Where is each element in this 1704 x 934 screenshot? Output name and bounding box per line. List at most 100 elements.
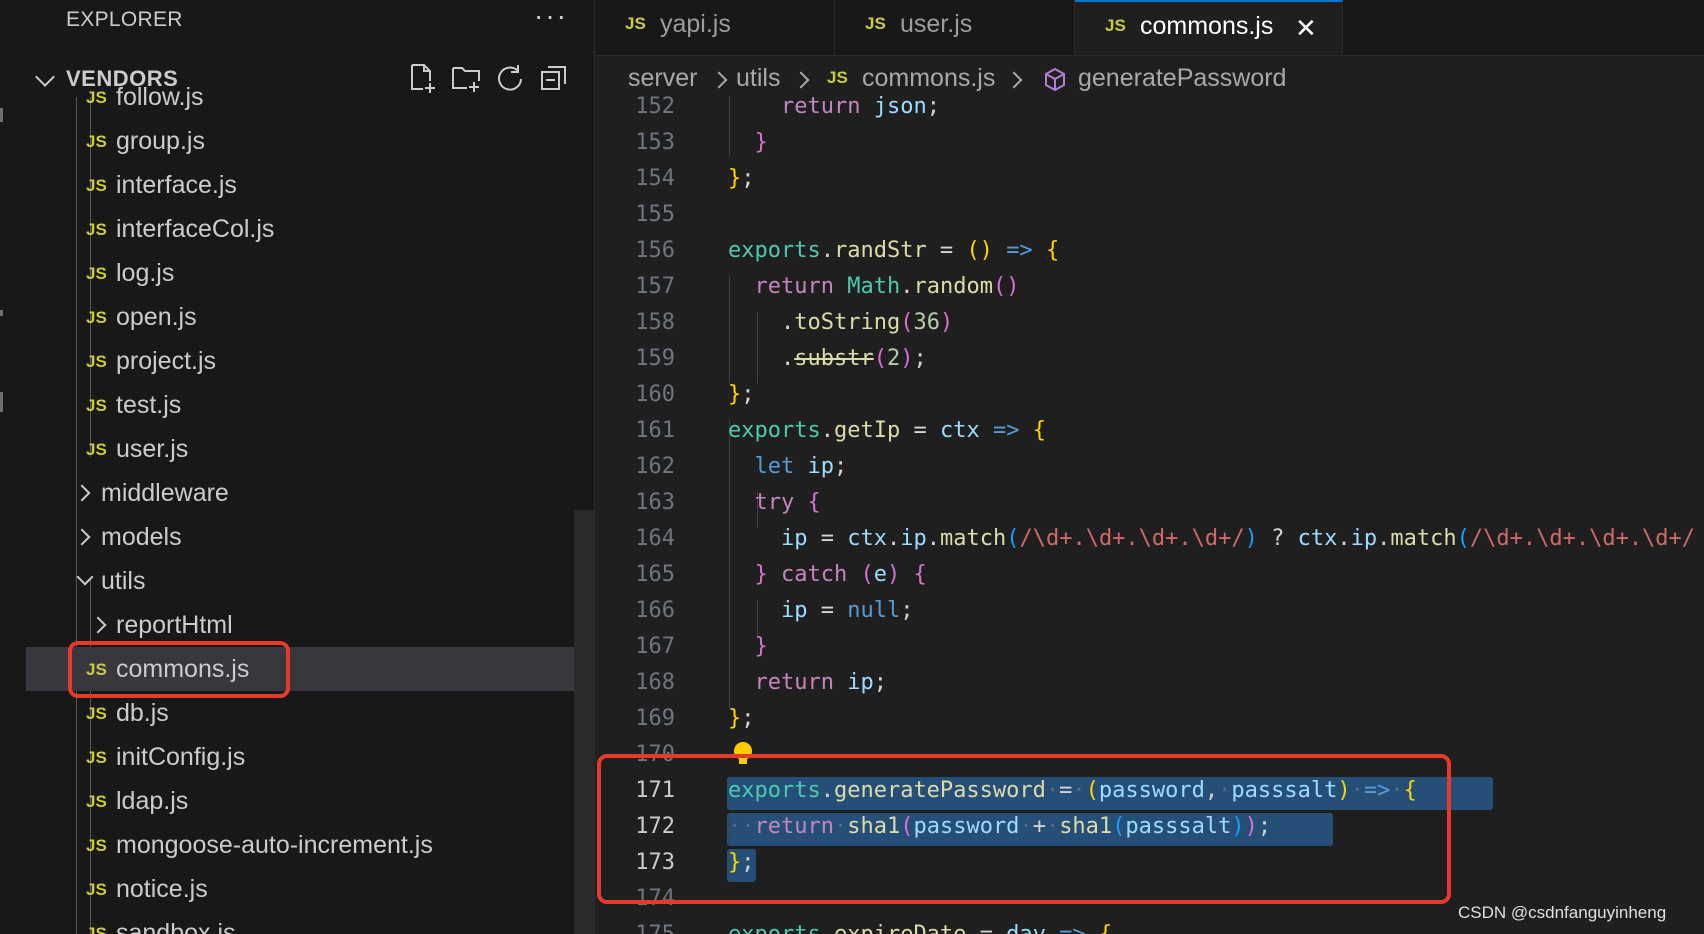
tree-item-label: sandbox.js (116, 919, 236, 934)
js-file-icon: JS (86, 308, 107, 327)
code-line: 157 return Math.random() (595, 270, 1704, 306)
tree-item-log[interactable]: JS log.js (26, 251, 594, 295)
explorer-sidebar: EXPLORER ··· VENDORS JS follow.js JS gro… (26, 0, 595, 934)
tab-label: user.js (900, 10, 973, 38)
line-number: 161 (635, 418, 675, 443)
tree-item-label: project.js (116, 347, 217, 375)
tree-item-test[interactable]: JS test.js (26, 383, 594, 427)
js-file-icon: JS (827, 68, 848, 87)
more-actions-icon[interactable]: ··· (534, 0, 568, 32)
js-file-icon: JS (1105, 16, 1126, 35)
tab-commons[interactable]: JS commons.js ✕ (1075, 0, 1343, 55)
chevron-right-icon (1005, 71, 1023, 89)
activity-indicator (0, 310, 3, 316)
line-number: 154 (635, 166, 675, 191)
line-number: 156 (635, 238, 675, 263)
line-number: 163 (635, 490, 675, 515)
code-line: 162 let ip; (595, 450, 1704, 486)
code-text: }; (728, 706, 755, 731)
code-text: exports.expireDate = day => { (728, 922, 1112, 934)
line-number: 162 (635, 454, 675, 479)
tree-item-group[interactable]: JS group.js (26, 119, 594, 163)
breadcrumb-symbol[interactable]: generatePassword (1078, 64, 1286, 93)
tree-item-sandbox[interactable]: JS sandbox.js (26, 911, 594, 934)
tree-folder-models[interactable]: models (26, 515, 594, 559)
code-line: 166 ip = null; (595, 594, 1704, 630)
code-line: 169}; (595, 702, 1704, 738)
line-number: 159 (635, 346, 675, 371)
line-number: 158 (635, 310, 675, 335)
line-number: 167 (635, 634, 675, 659)
tree-item-project[interactable]: JS project.js (26, 339, 594, 383)
js-file-icon: JS (86, 880, 107, 899)
tree-item-interfacecol[interactable]: JS interfaceCol.js (26, 207, 594, 251)
line-number: 153 (635, 130, 675, 155)
activity-indicator (0, 108, 3, 122)
tree-folder-utils[interactable]: utils (26, 559, 594, 603)
tab-label: yapi.js (660, 10, 731, 38)
line-number: 157 (635, 274, 675, 299)
chevron-right-icon (73, 528, 91, 546)
js-file-icon: JS (86, 704, 107, 723)
code-text: } (754, 634, 768, 659)
code-line: 152 return json; (595, 96, 1704, 126)
line-number: 166 (635, 598, 675, 623)
tree-item-notice[interactable]: JS notice.js (26, 867, 594, 911)
tree-item-user[interactable]: JS user.js (26, 427, 594, 471)
breadcrumb-server[interactable]: server (628, 64, 697, 93)
code-text: let ip; (754, 454, 848, 479)
code-line: 159 .substr(2); (595, 342, 1704, 378)
sidebar-scrollbar[interactable] (574, 510, 594, 934)
js-file-icon: JS (86, 220, 107, 239)
line-number: 160 (635, 382, 675, 407)
tree-item-label: initConfig.js (116, 743, 246, 771)
js-file-icon: JS (86, 836, 107, 855)
tree-item-open[interactable]: JS open.js (26, 295, 594, 339)
tree-item-label: group.js (116, 127, 205, 155)
code-editor[interactable]: 152 return json; 153 } 154}; 155 156 expo… (595, 96, 1704, 934)
code-line: 158 .toString(36) (595, 306, 1704, 342)
tab-user[interactable]: JS user.js (835, 0, 1075, 55)
js-file-icon: JS (86, 924, 107, 934)
close-icon[interactable]: ✕ (1295, 13, 1317, 44)
js-file-icon: JS (86, 748, 107, 767)
tree-folder-middleware[interactable]: middleware (26, 471, 594, 515)
method-cube-icon (1045, 67, 1065, 92)
tree-item-initconfig[interactable]: JS initConfig.js (26, 735, 594, 779)
tree-item-ldap[interactable]: JS ldap.js (26, 779, 594, 823)
activity-bar (0, 0, 27, 934)
tree-item-label: log.js (116, 259, 175, 287)
code-text: } (754, 130, 768, 155)
code-text: ip = null; (780, 598, 914, 623)
code-text: try { (754, 490, 821, 515)
breadcrumb-utils[interactable]: utils (736, 64, 780, 93)
js-file-icon: JS (86, 440, 107, 459)
js-file-icon: JS (86, 396, 107, 415)
chevron-down-icon (76, 568, 94, 586)
code-line: 167 } (595, 630, 1704, 666)
tree-item-follow[interactable]: JS follow.js (26, 75, 594, 119)
code-line: 154}; (595, 162, 1704, 198)
breadcrumb-file[interactable]: commons.js (862, 64, 995, 93)
tree-item-label: middleware (101, 479, 229, 507)
tree-item-label: interface.js (116, 171, 237, 199)
highlight-box (68, 641, 290, 698)
tree-item-interface[interactable]: JS interface.js (26, 163, 594, 207)
code-line: 156 exports.randStr = () => { (595, 234, 1704, 270)
tree-item-label: follow.js (116, 83, 204, 111)
tree-item-mongoose-auto-increment[interactable]: JS mongoose-auto-increment.js (26, 823, 594, 867)
js-file-icon: JS (86, 264, 107, 283)
chevron-right-icon (73, 484, 91, 502)
code-text: return json; (780, 96, 940, 119)
chevron-right-icon (792, 71, 810, 89)
code-text: ip = ctx.ip.match(/\d+.\d+.\d+.\d+/) ? c… (780, 526, 1696, 551)
code-line: 164 ip = ctx.ip.match(/\d+.\d+.\d+.\d+/)… (595, 522, 1704, 558)
js-file-icon: JS (86, 792, 107, 811)
tree-item-label: interfaceCol.js (116, 215, 275, 243)
tree-item-label: ldap.js (116, 787, 189, 815)
code-line: 165 } catch (e) { (595, 558, 1704, 594)
code-text: }; (728, 166, 755, 191)
code-text: } catch (e) { (754, 562, 927, 587)
tab-yapi[interactable]: JS user.js yapi.js (595, 0, 835, 55)
activity-indicator (0, 392, 3, 412)
